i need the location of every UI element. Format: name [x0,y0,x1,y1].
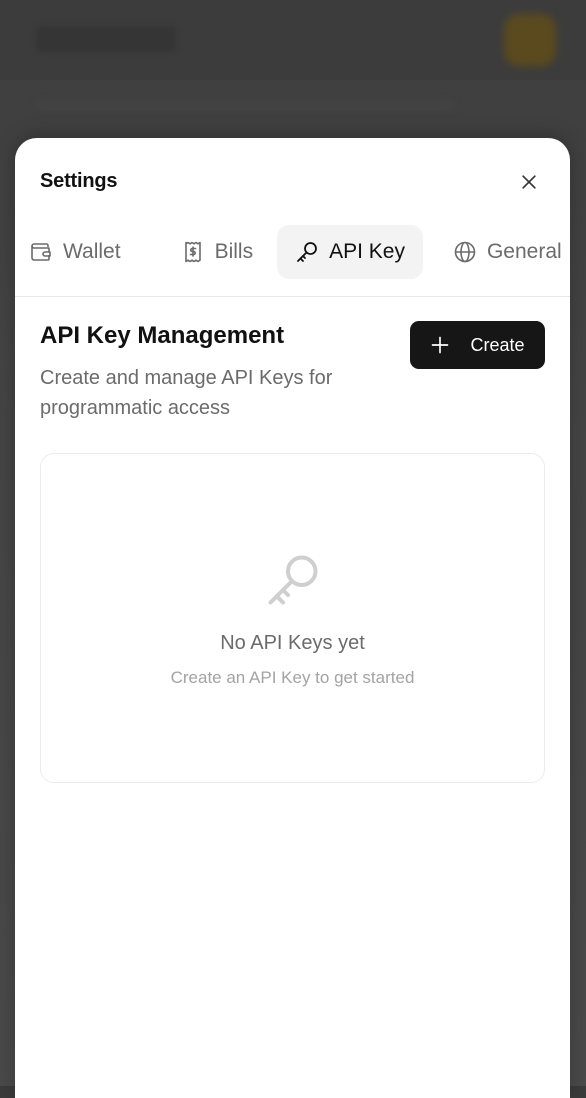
empty-state-card: No API Keys yet Create an API Key to get… [40,453,545,783]
create-api-key-button[interactable]: Create [410,321,545,369]
api-key-section: API Key Management Create and manage API… [40,321,545,423]
close-icon [522,175,536,189]
empty-state-title: No API Keys yet [220,632,365,654]
tab-bills-label: Bills [214,240,254,263]
create-button-label: Create [470,334,525,355]
backdrop-logo [36,26,176,52]
empty-state-subtitle: Create an API Key to get started [170,668,415,687]
globe-icon [454,241,476,263]
settings-modal: Settings Wallet Bills API Key General AP… [15,138,570,1098]
tab-general[interactable]: General [429,225,570,279]
tab-general-label: General [486,240,562,263]
modal-title: Settings [40,170,118,192]
tabs-divider [15,296,570,297]
receipt-icon [184,241,201,263]
backdrop-avatar [504,14,556,66]
tab-api-key[interactable]: API Key [277,225,423,279]
tab-api-key-label: API Key [329,240,405,263]
close-button[interactable] [513,166,545,198]
plus-icon [432,336,449,354]
settings-tabs: Wallet Bills API Key General [15,224,570,280]
modal-header: Settings [40,166,545,198]
backdrop-text [36,100,456,110]
tab-bills[interactable]: Bills [145,225,272,279]
section-description: Create and manage API Keys for programma… [40,367,333,419]
key-icon [297,242,317,262]
tab-wallet-label: Wallet [63,240,121,263]
key-icon [268,555,317,605]
wallet-icon [31,243,51,261]
tab-wallet[interactable]: Wallet [19,225,139,279]
